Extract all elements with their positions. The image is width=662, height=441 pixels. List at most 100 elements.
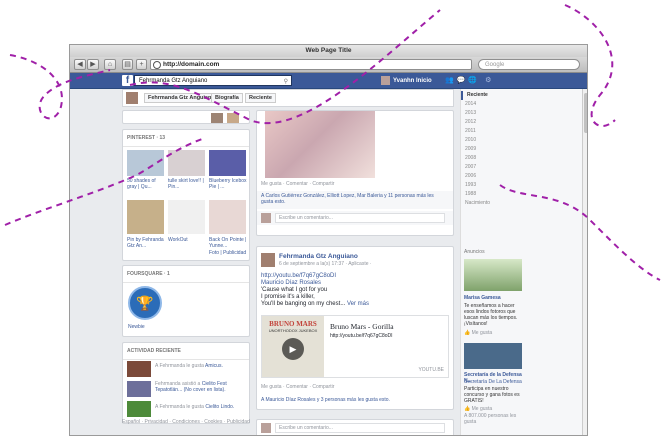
facebook-search-input[interactable]: Fehrmanda Gtz Anguiano ⚲ — [134, 75, 292, 86]
activity-item: A Fehrmanda le gusta Amicus. — [155, 363, 223, 369]
bookmarks-button[interactable]: ▤ — [122, 59, 133, 70]
pin-caption[interactable]: Back On Pointe | Yunne... — [209, 237, 247, 249]
video-source: YOUTU.BE — [418, 367, 444, 373]
google-search-field[interactable]: Google — [478, 59, 580, 70]
ad-text: Te enseñamos a hacer esos lindos fotoros… — [464, 303, 518, 327]
address-bar[interactable]: http://domain.com — [150, 59, 472, 70]
ads-title: Anuncios — [464, 249, 485, 255]
facebook-logo-icon[interactable]: f — [122, 75, 133, 86]
facebook-search-value: Fehrmanda Gtz Anguiano — [139, 78, 208, 84]
ad-image[interactable] — [464, 343, 522, 369]
year-item[interactable]: 2012 — [461, 118, 583, 127]
timeline-name-button[interactable]: Fehrmanda Gtz Anguiano — [144, 93, 219, 103]
year-item[interactable]: 2006 — [461, 172, 583, 181]
activity-thumbnail[interactable] — [127, 361, 151, 377]
pin-tile[interactable] — [209, 200, 246, 234]
facebook-header: f Fehrmanda Gtz Anguiano ⚲ Yvanhn Inicio… — [70, 73, 587, 89]
post-card: Fehrmanda Gtz Anguiano 6 de septiembre a… — [256, 246, 454, 410]
comment-input[interactable]: Escribe un comentario... — [275, 423, 445, 433]
foursquare-title: FOURSQUARE · 1 — [123, 266, 249, 283]
recent-activity-section: ACTIVIDAD RECIENTE A Fehrmanda le gusta … — [122, 342, 250, 424]
pin-tile[interactable] — [127, 200, 164, 234]
pin-tile[interactable] — [127, 150, 164, 176]
play-icon[interactable]: ▶ — [282, 338, 304, 360]
badge-label[interactable]: Newbie — [128, 324, 166, 330]
pin-caption[interactable]: WorkOut — [168, 237, 206, 243]
commenter-avatar — [261, 423, 271, 433]
year-item[interactable]: 2009 — [461, 145, 583, 154]
timeline-nav: Fehrmanda Gtz Anguiano Biografía Recient… — [122, 89, 454, 107]
activity-thumbnail[interactable] — [127, 401, 151, 417]
pin-tile[interactable] — [168, 150, 205, 176]
browser-window: Web Page Title ◀ ▶ ⌂ ▤ + http://domain.c… — [69, 44, 588, 436]
year-item[interactable]: 2014 — [461, 100, 583, 109]
window-title: Web Page Title — [70, 45, 587, 57]
globe-icon — [153, 61, 161, 69]
author-avatar[interactable] — [261, 253, 275, 267]
comment-row: Escribe un comentario... — [256, 419, 454, 435]
year-item[interactable]: 2013 — [461, 109, 583, 118]
ad-name[interactable]: Marisa Gamesa — [464, 295, 501, 301]
album-art[interactable]: BRUNO MARS UNORTHODOX JUKEBOX ▶ — [262, 316, 324, 377]
year-item[interactable]: 2008 — [461, 154, 583, 163]
year-item[interactable]: 2007 — [461, 163, 583, 172]
ad-like[interactable]: 👍 Me gusta — [464, 406, 492, 412]
year-item[interactable]: 1988 — [461, 190, 583, 199]
home-link[interactable]: Inicio — [416, 76, 432, 86]
search-icon[interactable]: ⚲ — [284, 77, 288, 87]
year-item[interactable]: Reciente — [461, 91, 583, 100]
home-button[interactable]: ⌂ — [104, 59, 116, 70]
year-item[interactable]: Nacimiento — [461, 199, 583, 208]
pinterest-title: PINTEREST · 13 — [123, 130, 249, 147]
pin-caption[interactable]: Foto | Publicidad — [209, 250, 249, 256]
ad-image[interactable] — [464, 259, 522, 291]
likes-text[interactable]: A Mauricio Díaz Rosales y 3 personas más… — [261, 397, 447, 403]
commenter-avatar — [261, 213, 271, 223]
ad-like[interactable]: 👍 Me gusta — [464, 330, 492, 336]
album-art-subtitle: UNORTHODOX JUKEBOX — [268, 328, 318, 333]
pin-caption[interactable]: 50 shades of gray | Qu... — [127, 178, 165, 190]
notification-icons[interactable]: 👥💬🌐 ⚙ — [445, 76, 494, 86]
pin-tile[interactable] — [168, 200, 205, 234]
profile-link[interactable]: Yvanhn — [381, 76, 414, 86]
video-preview[interactable]: BRUNO MARS UNORTHODOX JUKEBOX ▶ Bruno Ma… — [261, 315, 449, 378]
back-button[interactable]: ◀ — [74, 59, 86, 70]
post-actions[interactable]: Me gusta · Comentar · Compartir — [261, 181, 334, 187]
profile-thumbnail[interactable] — [126, 92, 138, 104]
pin-caption[interactable]: Blueberry Icebox Pie | ... — [209, 178, 247, 190]
post-author[interactable]: Fehrmanda Gtz Anguiano — [279, 253, 358, 260]
add-tab-button[interactable]: + — [136, 59, 147, 70]
bio-dropdown[interactable]: Biografía — [211, 93, 243, 103]
ad-text: Participa en nuestro concurso y gana fot… — [464, 386, 520, 404]
pin-caption[interactable]: Pin by Fehranda Gtz An... — [127, 237, 165, 249]
scrollbar-thumb[interactable] — [584, 93, 587, 133]
pin-tile[interactable] — [209, 150, 246, 176]
ad-likes-count: A 807.000 personas les gusta — [464, 413, 517, 425]
ad-subname[interactable]: Secretaría De La Defensa — [464, 379, 526, 385]
recent-dropdown[interactable]: Reciente — [245, 93, 276, 103]
foursquare-section: FOURSQUARE · 1 🏆 Newbie — [122, 265, 250, 337]
activity-thumbnail[interactable] — [127, 381, 151, 397]
forward-button[interactable]: ▶ — [87, 59, 99, 70]
trophy-icon[interactable]: 🏆 — [128, 286, 162, 320]
year-item[interactable]: 2010 — [461, 136, 583, 145]
activity-item: Fehrmanda asistió a Cielito Fest Tepatot… — [155, 381, 227, 393]
address-url: http://domain.com — [163, 61, 220, 68]
pin-caption[interactable]: tulle skirt love!! | Pin... — [168, 178, 206, 190]
year-list: Reciente 2014 2013 2012 2011 2010 2009 2… — [461, 91, 583, 208]
page-content: Fehrmanda Gtz Anguiano Biografía Recient… — [70, 89, 587, 435]
post-meta: 6 de septiembre a la(s) 17:37 · Aplicast… — [279, 261, 372, 267]
comment-input[interactable]: Escribe un comentario... — [275, 213, 445, 223]
post-photo[interactable] — [265, 111, 375, 178]
activity-title: ACTIVIDAD RECIENTE — [123, 343, 249, 360]
year-item[interactable]: 1993 — [461, 181, 583, 190]
post-actions[interactable]: Me gusta · Comentar · Compartir — [261, 384, 334, 390]
likes-text[interactable]: A Carlos Gutiérrez González, Elliott Lop… — [261, 193, 447, 205]
video-title[interactable]: Bruno Mars - Gorilla — [330, 322, 394, 331]
screenshot-stage: Web Page Title ◀ ▶ ⌂ ▤ + http://domain.c… — [0, 0, 662, 441]
comment-row: Escribe un comentario... — [257, 211, 453, 225]
browser-toolbar: ◀ ▶ ⌂ ▤ + http://domain.com Google — [70, 57, 587, 73]
album-art-title: BRUNO MARS — [269, 320, 317, 328]
page-scrollbar[interactable] — [582, 89, 587, 435]
year-item[interactable]: 2011 — [461, 127, 583, 136]
